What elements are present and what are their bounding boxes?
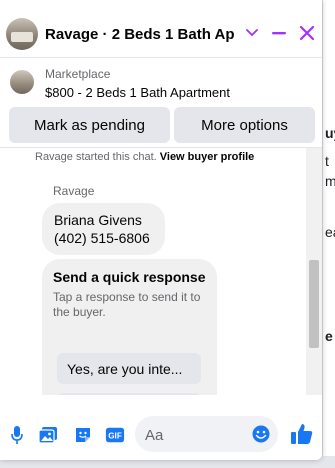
quick-reply-button[interactable]: Yes, are you inte... bbox=[57, 353, 201, 384]
message-composer: GIF Aa bbox=[0, 395, 322, 460]
gif-label: GIF bbox=[108, 432, 122, 441]
background-text: ea bbox=[325, 224, 335, 240]
scrollbar-thumb[interactable] bbox=[309, 260, 319, 348]
view-buyer-profile-link[interactable]: View buyer profile bbox=[160, 151, 255, 163]
mark-as-pending-button[interactable]: Mark as pending bbox=[9, 107, 170, 143]
background-text: uy bbox=[325, 125, 335, 141]
listing-thumbnail bbox=[10, 70, 34, 94]
chat-title[interactable]: Ravage · 2 Beds 1 Bath Ap... bbox=[45, 26, 235, 43]
microphone-icon[interactable] bbox=[7, 425, 27, 445]
background-text: t bbox=[325, 153, 329, 169]
listing-title[interactable]: $800 - 2 Beds 1 Bath Apartment bbox=[45, 85, 230, 100]
close-icon[interactable] bbox=[294, 20, 320, 46]
listing-info[interactable]: Marketplace $800 - 2 Beds 1 Bath Apartme… bbox=[0, 58, 322, 104]
sender-name: Ravage bbox=[53, 184, 95, 198]
message-thread: Ravage started this chat. View buyer pro… bbox=[0, 148, 322, 395]
message-line: (402) 515-6806 bbox=[54, 230, 150, 246]
quick-response-description: Tap a response to send it to the buyer. bbox=[53, 290, 201, 319]
like-icon[interactable] bbox=[290, 422, 314, 446]
quick-response-card: Send a quick response Tap a response to … bbox=[42, 259, 217, 395]
sticker-icon[interactable] bbox=[73, 425, 93, 445]
background-page: uy t m ea e bbox=[322, 0, 335, 468]
chat-window: Ravage · 2 Beds 1 Bath Ap... Marketplace… bbox=[0, 0, 322, 460]
message-line: Briana Givens bbox=[54, 212, 142, 228]
photo-icon[interactable] bbox=[38, 425, 58, 445]
chat-started-text: Ravage started this chat. bbox=[35, 151, 157, 163]
listing-source: Marketplace bbox=[45, 67, 111, 81]
chevron-down-icon[interactable] bbox=[239, 20, 265, 46]
emoji-icon[interactable] bbox=[252, 425, 270, 448]
quick-response-title: Send a quick response bbox=[53, 269, 206, 285]
chat-header[interactable]: Ravage · 2 Beds 1 Bath Ap... bbox=[0, 8, 322, 58]
more-options-button[interactable]: More options bbox=[174, 107, 315, 143]
message-input-placeholder: Aa bbox=[145, 427, 164, 444]
message-input[interactable]: Aa bbox=[135, 416, 278, 452]
chat-started-notice: Ravage started this chat. View buyer pro… bbox=[35, 151, 254, 163]
background-text: m bbox=[325, 173, 335, 189]
scrollbar[interactable] bbox=[306, 148, 322, 395]
background-divider bbox=[322, 0, 323, 468]
gif-icon[interactable]: GIF bbox=[105, 425, 125, 445]
message-bubble: Briana Givens (402) 515-6806 bbox=[42, 203, 165, 255]
avatar[interactable] bbox=[6, 18, 38, 50]
background-text: e bbox=[325, 328, 333, 344]
listing-actions: Mark as pending More options bbox=[0, 105, 322, 147]
minimize-icon[interactable] bbox=[266, 20, 292, 46]
